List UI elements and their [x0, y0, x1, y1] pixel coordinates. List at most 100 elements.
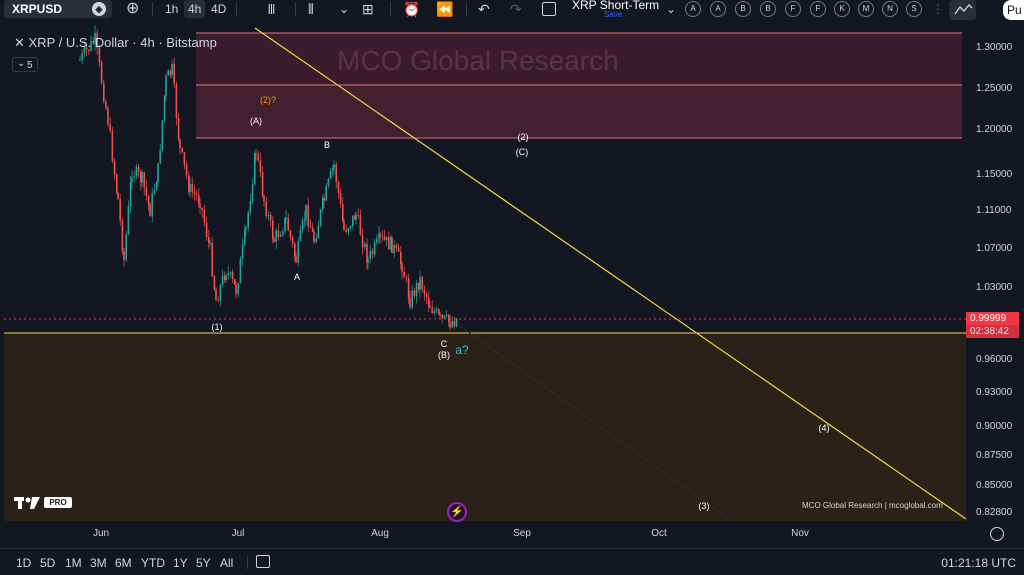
- range-6m[interactable]: 6M: [115, 556, 132, 570]
- candle-body: [313, 231, 315, 243]
- range-5d[interactable]: 5D: [40, 556, 55, 570]
- range-1d[interactable]: 1D: [16, 556, 31, 570]
- candle-body: [249, 200, 252, 213]
- candle-body: [79, 59, 81, 61]
- candle-body: [143, 172, 145, 188]
- time-axis[interactable]: Jun Jul Aug Sep Oct Nov: [0, 524, 966, 544]
- wave-label[interactable]: (1): [212, 322, 223, 332]
- candle-body: [151, 193, 153, 217]
- candle-body: [203, 210, 206, 223]
- candle-body: [135, 166, 138, 177]
- candle-body: [229, 272, 232, 274]
- time-tick: Nov: [791, 528, 809, 539]
- candle-body: [441, 314, 443, 318]
- candle-body: [133, 176, 135, 178]
- candle-body: [407, 278, 410, 299]
- candle-body: [429, 306, 431, 308]
- wave-label[interactable]: a?: [455, 343, 468, 357]
- chart-canvas[interactable]: [0, 0, 1024, 548]
- candle-body: [421, 277, 423, 290]
- candle-body: [304, 218, 306, 221]
- wave-label[interactable]: A: [294, 272, 300, 282]
- candle-body: [395, 245, 398, 248]
- wave-label[interactable]: (2)?: [260, 95, 276, 105]
- wave-label[interactable]: (C): [516, 147, 529, 157]
- candle-body: [185, 164, 188, 176]
- chart-legend-title: ✕ XRP / U.S. Dollar · 4h · Bitstamp: [14, 35, 217, 51]
- bottom-toolbar: 1D 5D 1M 3M 6M YTD 1Y 5Y All 01:21:18 UT…: [0, 548, 1024, 575]
- bar-countdown-badge: 02:38:42: [966, 325, 1019, 338]
- candle-body: [311, 227, 314, 232]
- candle-body: [439, 314, 441, 316]
- lightning-icon[interactable]: ⚡: [447, 502, 467, 522]
- candle-body: [333, 164, 335, 168]
- wave-label[interactable]: (B): [438, 350, 450, 360]
- candle-body: [332, 167, 334, 171]
- candle-body: [121, 220, 124, 252]
- candle-body: [131, 177, 133, 183]
- candle-body: [173, 63, 175, 85]
- candle-body: [167, 70, 169, 76]
- candle-body: [177, 117, 180, 140]
- candle-body: [343, 221, 345, 230]
- utc-clock[interactable]: 01:21:18 UTC: [941, 556, 1016, 570]
- range-1y[interactable]: 1Y: [173, 556, 188, 570]
- wave-label[interactable]: B: [324, 140, 330, 150]
- candle-body: [141, 172, 143, 183]
- wave-label[interactable]: (4): [819, 423, 830, 433]
- candle-body: [241, 244, 244, 260]
- candle-body: [297, 241, 299, 263]
- candle-body: [199, 203, 201, 208]
- candle-body: [385, 236, 388, 241]
- candle-body: [381, 235, 383, 237]
- tradingview-logo: PRO: [14, 496, 72, 510]
- range-all[interactable]: All: [220, 556, 233, 570]
- candle-body: [369, 251, 371, 259]
- price-tick: 1.15000: [976, 169, 1013, 180]
- candle-body: [284, 217, 286, 232]
- candle-body: [282, 231, 284, 235]
- candle-body: [335, 164, 337, 183]
- candle-body: [337, 182, 340, 194]
- candle-body: [361, 234, 364, 248]
- date-range-calendar-icon[interactable]: [256, 555, 270, 568]
- close-icon[interactable]: ✕: [14, 35, 29, 50]
- candle-body: [342, 203, 344, 222]
- candle-body: [401, 263, 403, 273]
- price-tick: 0.82800: [976, 507, 1013, 518]
- candle-body: [254, 152, 256, 185]
- wave-label[interactable]: (3): [699, 501, 710, 511]
- range-1m[interactable]: 1M: [65, 556, 82, 570]
- candle-body: [189, 183, 191, 192]
- indicator-collapse-toggle[interactable]: 5: [12, 56, 38, 72]
- candle-body: [273, 239, 275, 242]
- wave-label[interactable]: (A): [250, 116, 262, 126]
- candle-body: [221, 275, 224, 286]
- price-axis[interactable]: 1.30000 1.25000 1.20000 1.15000 1.11000 …: [966, 28, 1024, 522]
- candle-body: [438, 309, 440, 315]
- candle-body: [193, 192, 196, 194]
- candle-body: [111, 130, 114, 162]
- candle-body: [371, 251, 374, 255]
- candle-body: [215, 289, 217, 301]
- candle-body: [171, 63, 173, 75]
- range-3m[interactable]: 3M: [90, 556, 107, 570]
- chart-settings-gear-icon[interactable]: [990, 527, 1004, 541]
- candle-body: [145, 187, 148, 196]
- candle-body: [383, 236, 386, 241]
- wave-label[interactable]: (2): [518, 132, 529, 142]
- candle-body: [317, 225, 320, 239]
- candle-body: [163, 95, 166, 121]
- candle-body: [295, 256, 297, 263]
- candle-body: [327, 178, 330, 186]
- candle-body: [376, 238, 378, 243]
- candle-body: [105, 101, 107, 109]
- wave-label[interactable]: C: [441, 339, 448, 349]
- resistance-zone-inner[interactable]: [196, 85, 962, 138]
- range-ytd[interactable]: YTD: [141, 556, 165, 570]
- price-tick: 0.93000: [976, 387, 1013, 398]
- candle-body: [287, 217, 289, 231]
- candle-body: [329, 170, 332, 179]
- range-5y[interactable]: 5Y: [196, 556, 211, 570]
- candle-body: [409, 298, 411, 308]
